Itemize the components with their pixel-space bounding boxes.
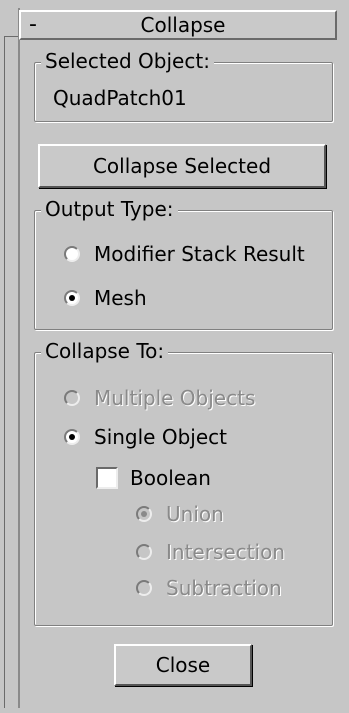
frame-line-left: [4, 36, 5, 708]
output-type-label: Output Type:: [41, 197, 178, 221]
radio-button[interactable]: [64, 390, 80, 406]
radio-label: Single Object: [94, 425, 227, 449]
radio-multiple-objects[interactable]: Multiple Objects: [64, 386, 255, 410]
radio-subtraction[interactable]: Subtraction: [136, 576, 282, 600]
radio-union[interactable]: Union: [136, 502, 224, 526]
boolean-label: Boolean: [130, 466, 211, 490]
rollout-title: Collapse: [140, 13, 226, 37]
radio-button[interactable]: [136, 580, 152, 596]
radio-label: Multiple Objects: [94, 386, 256, 410]
radio-button[interactable]: [136, 544, 152, 560]
collapse-rollout-header[interactable]: - Collapse: [19, 10, 337, 40]
radio-label: Intersection: [166, 540, 285, 564]
boolean-checkbox-row[interactable]: Boolean: [96, 466, 211, 490]
panel-border: [18, 8, 20, 708]
radio-button[interactable]: [64, 246, 80, 262]
close-button[interactable]: Close: [114, 644, 252, 686]
collapse-to-label: Collapse To:: [41, 339, 169, 363]
radio-label: Modifier Stack Result: [94, 242, 305, 266]
selected-object-group: Selected Object: QuadPatch01: [34, 49, 333, 122]
radio-button[interactable]: [64, 290, 80, 306]
selected-object-name: QuadPatch01: [53, 86, 187, 110]
radio-label: Union: [166, 502, 224, 526]
radio-modifier-stack-result[interactable]: Modifier Stack Result: [64, 242, 305, 266]
collapse-selected-button[interactable]: Collapse Selected: [38, 144, 326, 188]
radio-label: Subtraction: [166, 576, 282, 600]
collapse-selected-label: Collapse Selected: [92, 154, 272, 178]
boolean-checkbox[interactable]: [96, 467, 118, 489]
radio-button[interactable]: [64, 429, 80, 445]
output-type-group: Output Type:: [34, 197, 333, 330]
radio-button[interactable]: [136, 506, 152, 522]
selected-object-label: Selected Object:: [41, 49, 214, 73]
radio-single-object[interactable]: Single Object: [64, 425, 227, 449]
radio-label: Mesh: [94, 286, 147, 310]
radio-intersection[interactable]: Intersection: [136, 540, 285, 564]
radio-mesh[interactable]: Mesh: [64, 286, 147, 310]
close-label: Close: [155, 653, 211, 677]
